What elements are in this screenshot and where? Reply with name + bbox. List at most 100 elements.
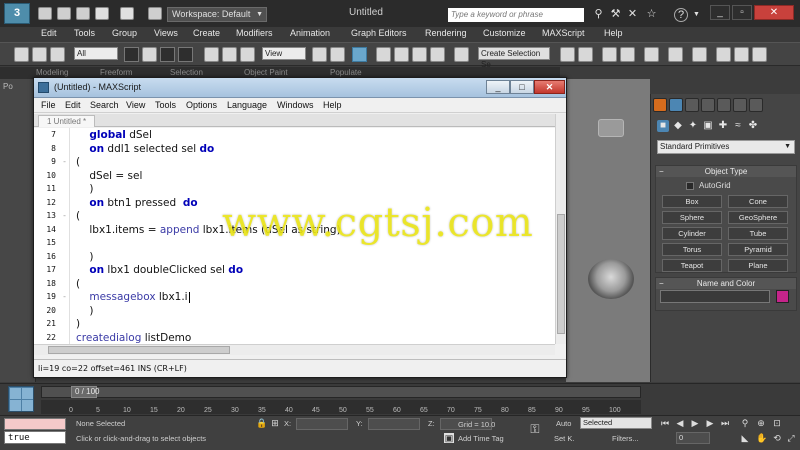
move-tool-icon[interactable] [204,47,219,62]
zoom-extents-icon[interactable]: ⊡ [772,418,782,428]
code-line[interactable]: on btn1 pressed do [76,197,197,209]
code-line[interactable]: on lbx1 doubleClicked sel do [76,264,243,276]
ribbon-tab-object-paint[interactable]: Object Paint [244,68,288,77]
menu-tools[interactable]: Tools [74,28,95,38]
window-crossing-icon[interactable] [178,47,193,62]
editor-menu-view[interactable]: View [126,100,145,110]
manipulate-icon[interactable] [330,47,345,62]
menu-edit[interactable]: Edit [41,28,57,38]
object-type-header[interactable]: − Object Type [656,166,796,177]
zoom-icon[interactable]: ⚲ [740,418,750,428]
maximize-viewport-icon[interactable]: ⤢ [786,433,796,443]
editor-menu-language[interactable]: Language [227,100,267,110]
perspective-viewport[interactable] [566,79,650,382]
tube-button[interactable]: Tube [728,227,788,240]
key-icon[interactable]: ⚿ [530,423,540,435]
previous-frame-icon[interactable]: ◀ [675,418,685,428]
edit-named-selection-icon[interactable] [454,47,469,62]
fold-marker-icon[interactable]: - [61,157,68,166]
selection-filter-select[interactable]: All [74,47,118,60]
rendered-frame-window-icon[interactable] [734,47,749,62]
editor-menu-help[interactable]: Help [323,100,342,110]
object-name-field[interactable] [660,290,770,303]
absolute-mode-icon[interactable]: ⊞ [270,418,280,428]
key-filters-button[interactable]: Filters... [612,434,639,443]
time-slider-track[interactable] [41,386,641,398]
name-and-color-header[interactable]: − Name and Color [656,278,796,289]
create-tab-icon[interactable] [653,98,667,112]
selection-region-icon[interactable] [160,47,175,62]
autogrid-checkbox[interactable]: AutoGrid [686,181,731,190]
code-line[interactable]: on ddl1 selected sel do [76,143,214,155]
motion-tab-icon[interactable] [701,98,715,112]
code-line[interactable]: dSel = sel [76,170,142,182]
workspace-selector[interactable]: Workspace: Default ▼ [167,7,267,22]
communication-center-icon[interactable]: ✕ [626,8,639,21]
project-folder-icon[interactable] [148,7,162,20]
select-by-name-icon[interactable] [142,47,157,62]
current-frame-field[interactable]: 0 [676,432,710,444]
ribbon-tab-freeform[interactable]: Freeform [100,68,132,77]
lock-selection-icon[interactable]: 🔒 [256,418,267,428]
go-to-start-icon[interactable]: ⏮ [660,418,670,428]
new-scene-icon[interactable] [38,7,52,20]
snaps-toggle-icon[interactable] [376,47,391,62]
maxscript-listener-output[interactable]: true [4,431,66,444]
modify-tab-icon[interactable] [669,98,683,112]
utilities-tab-icon[interactable] [733,98,747,112]
scrollbar-thumb[interactable] [557,214,565,334]
editor-maximize-button[interactable]: □ [510,80,534,94]
key-mode-select[interactable]: Selected [580,417,652,429]
cylinder-button[interactable]: Cylinder [662,227,722,240]
align-icon[interactable] [578,47,593,62]
ribbon-tab-selection[interactable]: Selection [170,68,203,77]
maxscript-listener-input[interactable] [4,418,66,430]
hierarchy-tab-icon[interactable] [685,98,699,112]
percent-snap-icon[interactable] [412,47,427,62]
layer-explorer-icon[interactable] [602,47,617,62]
menu-rendering[interactable]: Rendering [425,28,467,38]
render-setup-icon[interactable] [716,47,731,62]
hammer-icon[interactable] [749,98,763,112]
viewcube-icon[interactable] [598,119,624,137]
keyboard-shortcut-override-icon[interactable] [352,47,367,62]
schematic-view-icon[interactable] [668,47,683,62]
open-file-icon[interactable] [57,7,71,20]
minimize-button[interactable]: _ [710,5,730,20]
auto-key-toggle[interactable]: Auto [556,419,571,428]
next-frame-icon[interactable]: ▶ [705,418,715,428]
material-editor-icon[interactable] [692,47,707,62]
reference-coordinate-select[interactable]: View [262,47,306,60]
play-icon[interactable]: ▶ [690,418,700,428]
editor-horizontal-scrollbar[interactable] [34,344,555,355]
cone-button[interactable]: Cone [728,195,788,208]
zoom-all-icon[interactable]: ⊕ [756,418,766,428]
menu-customize[interactable]: Customize [483,28,526,38]
code-line[interactable]: ( [76,156,80,168]
systems-icon[interactable]: ✤ [747,120,759,132]
menu-maxscript[interactable]: MAXScript [542,28,585,38]
editor-menu-file[interactable]: File [41,100,56,110]
torus-button[interactable]: Torus [662,243,722,256]
fold-marker-icon[interactable]: - [61,211,68,220]
code-line[interactable]: ) [76,183,93,195]
teapot-button[interactable]: Teapot [662,259,722,272]
pyramid-button[interactable]: Pyramid [728,243,788,256]
editor-menu-tools[interactable]: Tools [155,100,176,110]
add-time-tag[interactable]: Add Time Tag [458,434,504,443]
code-line[interactable]: ( [76,278,80,290]
save-file-icon[interactable] [76,7,90,20]
code-line[interactable]: ) [76,318,80,330]
viewport-layout-icon[interactable] [8,386,34,412]
select-object-icon[interactable] [124,47,139,62]
code-line[interactable]: ( [76,210,80,222]
render-production-icon[interactable] [752,47,767,62]
close-button[interactable]: ✕ [754,5,794,20]
undo-tool-icon[interactable] [14,47,29,62]
editor-document-tab[interactable]: 1 Untitled * [38,115,96,127]
scale-tool-icon[interactable] [240,47,255,62]
angle-snap-icon[interactable] [394,47,409,62]
menu-modifiers[interactable]: Modifiers [236,28,273,38]
help-dropdown-icon[interactable]: ▼ [690,8,703,21]
code-line[interactable]: ) [76,251,93,263]
